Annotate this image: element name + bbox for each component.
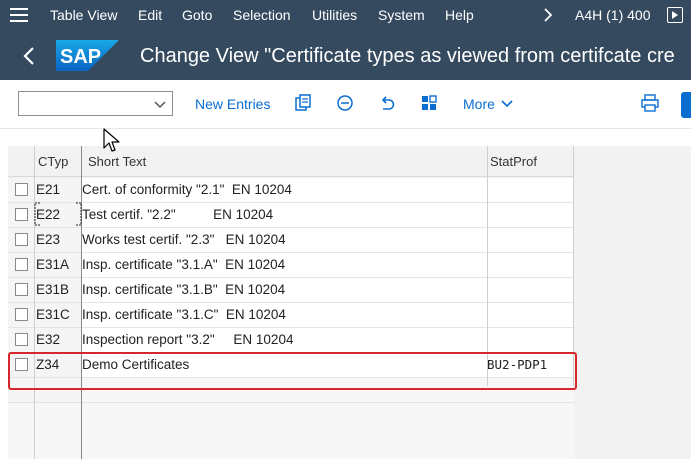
- menu-bar: Table View Edit Goto Selection Utilities…: [0, 0, 691, 32]
- print-icon[interactable]: [641, 94, 659, 112]
- select-all-header[interactable]: [8, 146, 34, 177]
- menu-selection[interactable]: Selection: [233, 7, 291, 23]
- row-checkbox[interactable]: [15, 183, 28, 196]
- command-field[interactable]: [18, 91, 173, 116]
- menu-system[interactable]: System: [378, 7, 425, 23]
- column-header-ctyp[interactable]: CTyp: [35, 146, 81, 177]
- menu-table-view[interactable]: Table View: [50, 7, 117, 23]
- delete-icon[interactable]: [336, 94, 354, 112]
- column-divider: [81, 146, 82, 459]
- cell-short-text[interactable]: Insp. certificate "3.1.B" EN 10204: [82, 278, 487, 302]
- cell-statprof[interactable]: [487, 203, 574, 227]
- cell-short-text[interactable]: Inspection report "3.2" EN 10204: [82, 328, 487, 352]
- cell-ctyp[interactable]: E23: [35, 228, 82, 252]
- focus-indicator: [34, 202, 82, 226]
- cell-ctyp[interactable]: E31B: [35, 278, 82, 302]
- page-title: Change View "Certificate types as viewed…: [140, 45, 675, 67]
- cell-short-text[interactable]: Cert. of conformity "2.1" EN 10204: [82, 178, 487, 202]
- chevron-right-icon[interactable]: [543, 6, 553, 24]
- copy-as-icon[interactable]: [294, 94, 312, 112]
- new-entries-button[interactable]: New Entries: [195, 96, 270, 112]
- cell-ctyp[interactable]: E31C: [35, 303, 82, 327]
- row-selector[interactable]: [8, 328, 34, 352]
- customize-button[interactable]: [681, 92, 691, 118]
- column-divider: [487, 146, 488, 386]
- mouse-pointer-icon: [103, 128, 120, 152]
- menu-edit[interactable]: Edit: [138, 7, 162, 23]
- table-row[interactable]: E32 Inspection report "3.2" EN 10204: [8, 328, 574, 353]
- cell-statprof[interactable]: [487, 328, 574, 352]
- row-checkbox[interactable]: [15, 208, 28, 221]
- row-selector[interactable]: [8, 178, 34, 202]
- cell-short-text[interactable]: Test certif. "2.2" EN 10204: [82, 203, 487, 227]
- row-selector[interactable]: [8, 203, 34, 227]
- cell-ctyp[interactable]: E31A: [35, 253, 82, 277]
- row-checkbox[interactable]: [15, 233, 28, 246]
- cell-statprof[interactable]: [487, 253, 574, 277]
- row-checkbox[interactable]: [15, 258, 28, 271]
- hamburger-menu-icon[interactable]: [10, 8, 28, 22]
- row-checkbox[interactable]: [15, 283, 28, 296]
- cell-short-text[interactable]: Insp. certificate "3.1.A" EN 10204: [82, 253, 487, 277]
- table-row[interactable]: E31B Insp. certificate "3.1.B" EN 10204: [8, 278, 574, 303]
- highlight-box: [8, 352, 577, 390]
- row-selector[interactable]: [8, 278, 34, 302]
- cell-statprof[interactable]: [487, 178, 574, 202]
- system-info: A4H (1) 400: [575, 7, 651, 23]
- cell-ctyp[interactable]: E32: [35, 328, 82, 352]
- menu-utilities[interactable]: Utilities: [312, 7, 357, 23]
- chevron-down-icon[interactable]: [153, 97, 167, 111]
- row-selector[interactable]: [8, 228, 34, 252]
- more-button[interactable]: More: [463, 96, 495, 112]
- table-row[interactable]: E22 Test certif. "2.2" EN 10204: [8, 203, 574, 228]
- sap-logo-text: SAP: [60, 46, 101, 68]
- sap-logo: SAP: [56, 40, 119, 71]
- menu-goto[interactable]: Goto: [182, 7, 212, 23]
- select-all-icon[interactable]: [420, 94, 438, 112]
- cell-statprof[interactable]: [487, 228, 574, 252]
- cell-short-text[interactable]: Insp. certificate "3.1.C" EN 10204: [82, 303, 487, 327]
- row-selector[interactable]: [8, 303, 34, 327]
- row-checkbox[interactable]: [15, 333, 28, 346]
- cell-statprof[interactable]: [487, 278, 574, 302]
- column-header-short-text[interactable]: Short Text: [82, 146, 487, 177]
- column-divider: [573, 146, 574, 386]
- cell-short-text[interactable]: Works test certif. "2.3" EN 10204: [82, 228, 487, 252]
- row-selector[interactable]: [8, 253, 34, 277]
- table-row[interactable]: E31C Insp. certificate "3.1.C" EN 10204: [8, 303, 574, 328]
- chevron-down-icon[interactable]: [500, 97, 514, 111]
- back-arrow-icon[interactable]: [18, 44, 40, 68]
- application-toolbar: New Entries More: [0, 80, 691, 129]
- table-row[interactable]: E31A Insp. certificate "3.1.A" EN 10204: [8, 253, 574, 278]
- menu-help[interactable]: Help: [445, 7, 474, 23]
- column-divider: [34, 146, 35, 459]
- table-row[interactable]: E21 Cert. of conformity "2.1" EN 10204: [8, 178, 574, 203]
- title-bar: SAP Change View "Certificate types as vi…: [0, 32, 691, 80]
- undo-icon[interactable]: [378, 94, 396, 112]
- column-header-statprof[interactable]: StatProf: [487, 146, 574, 177]
- table-row[interactable]: E23 Works test certif. "2.3" EN 10204: [8, 228, 574, 253]
- cell-statprof[interactable]: [487, 303, 574, 327]
- play-icon[interactable]: [667, 7, 683, 23]
- cell-ctyp[interactable]: E21: [35, 178, 82, 202]
- row-checkbox[interactable]: [15, 308, 28, 321]
